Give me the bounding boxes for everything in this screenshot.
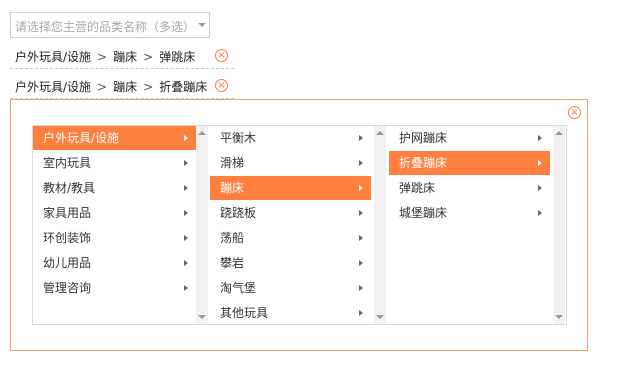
level1-item-label: 管理咨询 [43,281,92,295]
level1-scrollbar[interactable] [196,126,208,324]
chevron-right-icon [184,160,188,166]
close-panel-icon[interactable]: × [568,106,581,119]
level2-item[interactable]: 淘气堡 [210,276,371,300]
chosen-level3: 折叠蹦床 [159,80,208,94]
path-separator: > [97,50,108,64]
level3-item[interactable]: 城堡蹦床 [389,201,550,225]
level2-item[interactable]: 滑梯 [210,151,371,175]
chevron-right-icon [184,235,188,241]
level3-item[interactable]: 护网蹦床 [389,126,550,150]
level3-scrollbar[interactable] [553,126,565,324]
path-separator: > [143,50,154,64]
level2-item[interactable]: 跷跷板 [210,201,371,225]
level1-item[interactable]: 家具用品 [33,201,196,225]
level1-item-label: 教材/教具 [43,181,96,195]
scroll-up-icon[interactable] [555,131,563,135]
scroll-down-icon[interactable] [198,315,206,319]
chosen-level3: 弹跳床 [159,50,196,64]
level1-item[interactable]: 户外玩具/设施 [33,126,196,150]
level3-item-label: 折叠蹦床 [399,156,448,170]
scroll-up-icon[interactable] [376,131,384,135]
level2-column: 平衡木滑梯蹦床跷跷板荡船攀岩淘气堡其他玩具 [210,126,371,324]
level3-column: 护网蹦床折叠蹦床弹跳床城堡蹦床 [389,126,550,324]
level1-item[interactable]: 教材/教具 [33,176,196,200]
scroll-down-icon[interactable] [555,315,563,319]
remove-category-icon[interactable]: × [215,49,228,62]
chosen-level2: 蹦床 [113,50,138,64]
path-separator: > [143,80,154,94]
level2-item-label: 跷跷板 [220,206,257,220]
level3-item-label: 城堡蹦床 [399,206,448,220]
level2-item-label: 平衡木 [220,131,257,145]
level2-item[interactable]: 蹦床 [210,176,371,200]
chevron-right-icon [184,135,188,141]
level1-item-label: 室内玩具 [43,156,92,170]
level3-item[interactable]: 弹跳床 [389,176,550,200]
level2-item-label: 滑梯 [220,156,245,170]
chevron-right-icon [184,210,188,216]
chevron-right-icon [359,235,363,241]
category-select[interactable]: 请选择您主营的品类名称（多选） [10,12,210,38]
chevron-right-icon [538,185,542,191]
level2-item-label: 蹦床 [220,181,245,195]
scroll-down-icon[interactable] [376,315,384,319]
level1-item-label: 户外玩具/设施 [43,131,120,145]
level2-item-label: 淘气堡 [220,281,257,295]
remove-category-icon[interactable]: × [215,79,228,92]
chevron-right-icon [359,285,363,291]
chevron-down-icon[interactable] [198,23,206,27]
chevron-right-icon [184,185,188,191]
level1-item[interactable]: 幼儿用品 [33,251,196,275]
level1-item-label: 幼儿用品 [43,256,92,270]
level3-item-label: 护网蹦床 [399,131,448,145]
chevron-right-icon [359,135,363,141]
chosen-level1: 户外玩具/设施 [15,80,92,94]
level2-item[interactable]: 荡船 [210,226,371,250]
level1-item[interactable]: 管理咨询 [33,276,196,300]
level1-item-label: 环创装饰 [43,231,92,245]
level2-item[interactable]: 攀岩 [210,251,371,275]
level3-item-label: 弹跳床 [399,181,436,195]
level1-column: 户外玩具/设施 室内玩具教材/教具家具用品环创装饰幼儿用品管理咨询 [33,126,196,324]
chevron-right-icon [359,160,363,166]
chosen-level2: 蹦床 [113,80,138,94]
level1-item[interactable]: 环创装饰 [33,226,196,250]
chevron-right-icon [184,285,188,291]
chevron-right-icon [538,135,542,141]
chosen-category-path: 户外玩具/设施 > 蹦床 > 弹跳床 [15,48,195,65]
level1-item-label: 家具用品 [43,206,92,220]
path-separator: > [97,80,108,94]
category-picker-panel: × 户外玩具/设施 室内玩具教材/教具家具用品环创装饰幼儿用品管理咨询 平衡木滑梯… [10,99,588,351]
chevron-right-icon [359,310,363,316]
chevron-right-icon [359,185,363,191]
chosen-level1: 户外玩具/设施 [15,50,92,64]
chosen-category-path: 户外玩具/设施 > 蹦床 > 折叠蹦床 [15,78,207,95]
chevron-right-icon [359,260,363,266]
level2-scrollbar[interactable] [374,126,386,324]
scroll-up-icon[interactable] [198,131,206,135]
level2-item-label: 攀岩 [220,256,245,270]
chevron-right-icon [184,260,188,266]
chevron-right-icon [538,160,542,166]
category-columns: 户外玩具/设施 室内玩具教材/教具家具用品环创装饰幼儿用品管理咨询 平衡木滑梯蹦床… [32,125,567,325]
level2-item-label: 其他玩具 [220,306,269,320]
level2-item[interactable]: 其他玩具 [210,301,371,325]
chosen-category: 户外玩具/设施 > 蹦床 > 折叠蹦床 × [10,74,234,99]
chosen-category: 户外玩具/设施 > 蹦床 > 弹跳床 × [10,44,234,69]
category-select-placeholder: 请选择您主营的品类名称（多选） [15,20,196,34]
level1-item[interactable]: 室内玩具 [33,151,196,175]
level3-item[interactable]: 折叠蹦床 [389,151,550,175]
level2-item[interactable]: 平衡木 [210,126,371,150]
chevron-right-icon [538,210,542,216]
chevron-right-icon [359,210,363,216]
level2-item-label: 荡船 [220,231,245,245]
